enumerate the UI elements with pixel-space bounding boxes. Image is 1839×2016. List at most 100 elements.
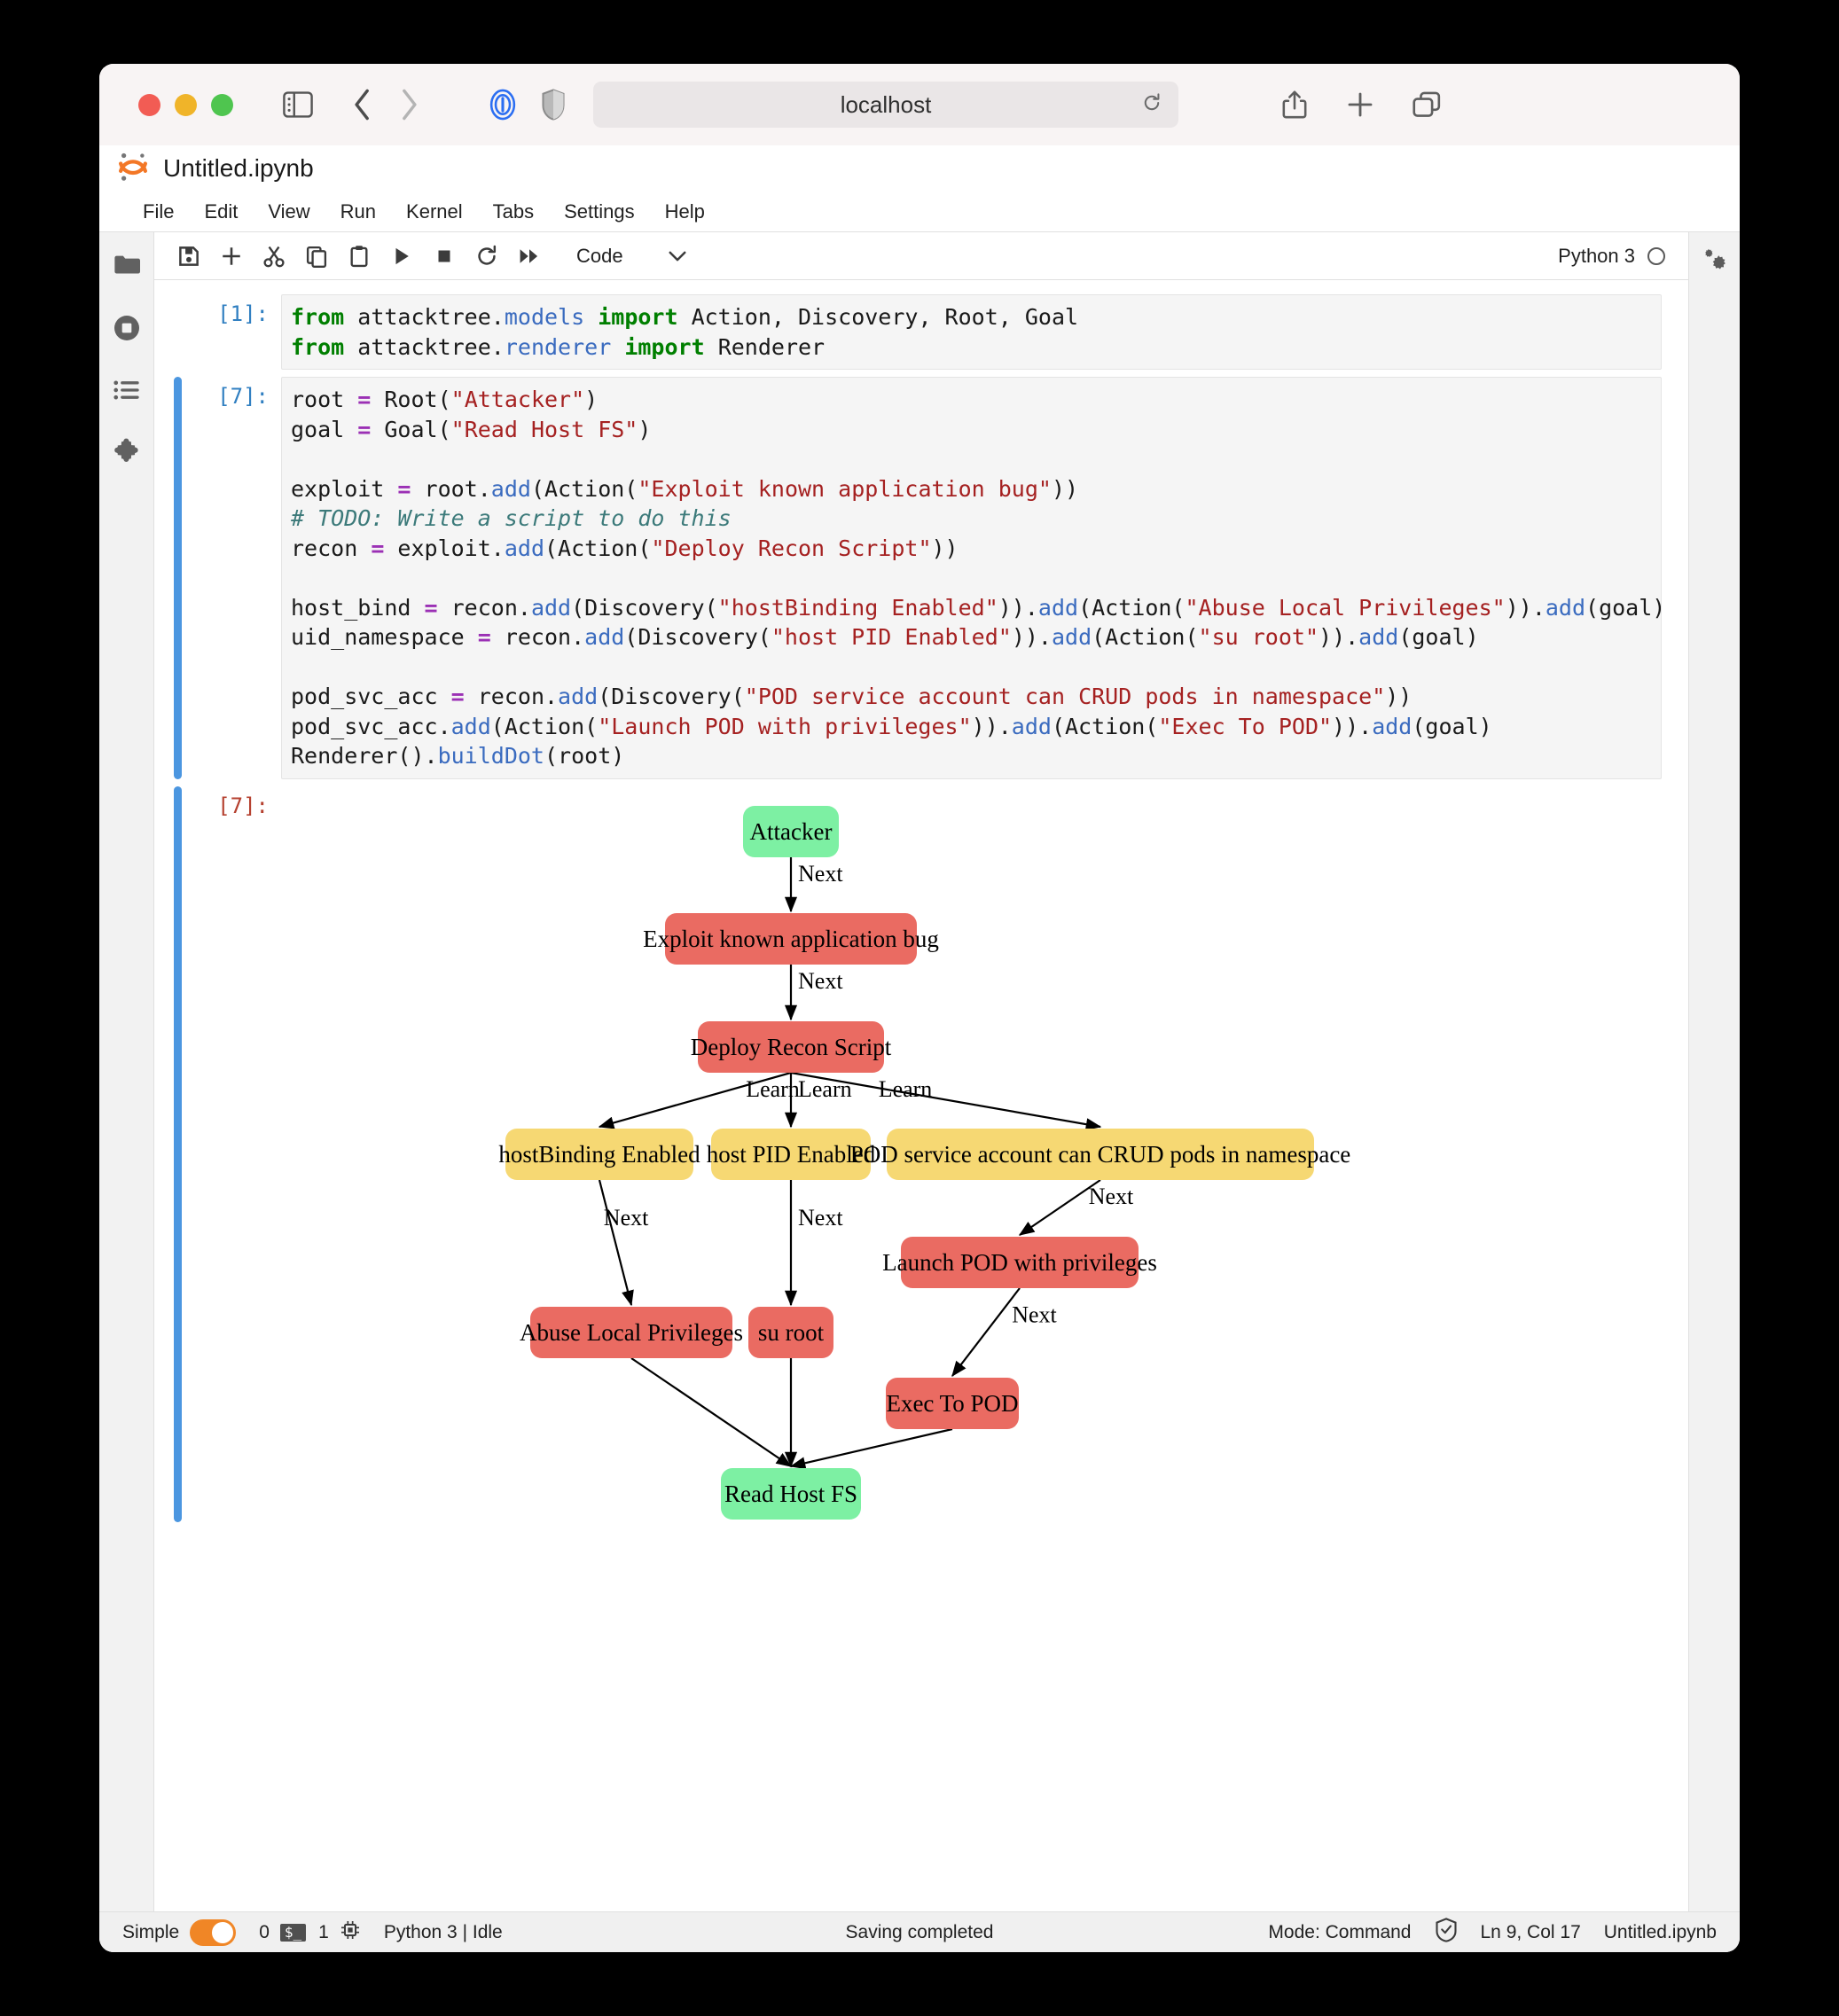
menu-run[interactable]: Run [325, 197, 391, 227]
graph-canvas: NextNextLearnLearn LearnNext NextNextNextA… [498, 805, 1351, 1520]
simple-mode-toggle[interactable] [190, 1918, 237, 1946]
jupyterlab-app: Untitled.ipynb File Edit View Run Kernel… [99, 145, 1740, 1952]
cursor-position-text[interactable]: Ln 9, Col 17 [1481, 1922, 1581, 1943]
graph-node: Launch POD with privileges [882, 1236, 1157, 1288]
notebook-cell[interactable]: [1]: from attacktree.models import Actio… [154, 294, 1688, 370]
url-text: localhost [840, 90, 932, 118]
graph-edge-label: Learn [798, 1075, 852, 1101]
cell-code-editor[interactable]: root = Root("Attacker") goal = Goal("Rea… [281, 377, 1662, 779]
restart-icon[interactable] [468, 238, 505, 275]
graph-node: hostBinding Enabled [498, 1128, 700, 1180]
graph-edge-label: Next [798, 968, 843, 994]
run-icon[interactable] [383, 238, 420, 275]
browser-toolbar: localhost [99, 64, 1740, 145]
extension-manager-icon[interactable] [113, 438, 141, 466]
running-terminals-icon[interactable] [113, 314, 141, 342]
graph-node-label: hostBinding Enabled [498, 1141, 700, 1168]
graph-edge-label: Next [798, 1204, 843, 1230]
kernel-indicator[interactable]: Python 3 [1558, 245, 1672, 268]
cell-type-value: Code [576, 244, 623, 267]
menu-view[interactable]: View [253, 197, 325, 227]
chevron-down-icon [668, 245, 687, 268]
graph-node: POD service account can CRUD pods in nam… [850, 1128, 1351, 1180]
kernel-idle-icon [1647, 246, 1665, 265]
terminal-count[interactable]: 0 $_ [259, 1921, 307, 1943]
maximize-window-button[interactable] [211, 93, 233, 116]
graph-edge-label: Learn [879, 1075, 933, 1101]
kernel-count-value: 1 [318, 1921, 329, 1942]
jupyter-logo-icon [117, 151, 149, 187]
menu-file[interactable]: File [128, 197, 189, 227]
cell-code-editor[interactable]: from attacktree.models import Action, Di… [281, 294, 1662, 370]
new-tab-icon[interactable] [1347, 91, 1373, 118]
table-of-contents-icon[interactable] [113, 379, 140, 401]
graph-edge [789, 1427, 953, 1469]
simple-mode-switch[interactable]: Simple [122, 1918, 237, 1946]
kernel-info-text[interactable]: Python 3 | Idle [384, 1922, 503, 1943]
minimize-window-button[interactable] [175, 93, 197, 116]
jupyter-title-row: Untitled.ipynb [99, 145, 1740, 191]
address-bar[interactable]: localhost [593, 82, 1178, 128]
right-sidebar [1688, 232, 1740, 1911]
graph-node: Exploit known application bug [643, 912, 939, 965]
paste-icon[interactable] [340, 238, 378, 275]
jupyter-body: Code Python 3 [1]: from attacktree.model… [99, 232, 1740, 1911]
graph-node: su root [748, 1306, 833, 1358]
editor-mode-text: Mode: Command [1268, 1921, 1412, 1942]
graph-node-label: POD service account can CRUD pods in nam… [850, 1141, 1351, 1168]
graph-node: Exec To POD [886, 1377, 1019, 1429]
forward-arrow-icon[interactable] [398, 88, 419, 121]
close-window-button[interactable] [138, 93, 160, 116]
simple-mode-label: Simple [122, 1921, 180, 1942]
graph-node: Read Host FS [721, 1467, 861, 1520]
attack-tree-graph: Next Next Learn Learn Learn Next Next Next Next A… [281, 786, 1664, 1539]
file-browser-icon[interactable] [113, 254, 140, 277]
back-arrow-icon[interactable] [352, 88, 373, 121]
add-cell-icon[interactable] [213, 238, 250, 275]
graph-node-label: Exec To POD [886, 1390, 1018, 1417]
terminal-count-value: 0 [259, 1921, 270, 1942]
kernel-name: Python 3 [1558, 244, 1635, 267]
menu-help[interactable]: Help [650, 197, 720, 227]
cell-input-prompt: [1]: [217, 301, 269, 326]
notebook-cell-output[interactable]: [7]: Next Next Learn Learn Learn Next Next Next… [154, 785, 1688, 1539]
graph-edge-label: Next [1012, 1301, 1057, 1327]
menu-tabs[interactable]: Tabs [478, 197, 549, 227]
share-icon[interactable] [1281, 90, 1308, 120]
notebook-cell[interactable]: [7]: root = Root("Attacker") goal = Goal… [154, 377, 1688, 779]
cell-selection-bar [174, 785, 182, 1522]
saving-status-text: Saving completed [845, 1921, 994, 1942]
stop-icon[interactable] [426, 238, 463, 275]
kernel-count[interactable]: 1 [318, 1919, 361, 1946]
menu-settings[interactable]: Settings [549, 197, 650, 227]
cell-type-dropdown[interactable]: Code [567, 242, 696, 270]
menu-edit[interactable]: Edit [189, 197, 253, 227]
reload-icon[interactable] [1141, 92, 1162, 118]
cut-icon[interactable] [255, 238, 293, 275]
graph-node: Attacker [743, 805, 839, 857]
graph-node-label: Exploit known application bug [643, 926, 939, 952]
window-controls [138, 93, 233, 116]
reader-mode-icon[interactable] [487, 89, 519, 121]
cell-selection-bar [174, 377, 182, 779]
notebook-scroll-area[interactable]: [1]: from attacktree.models import Actio… [154, 280, 1688, 1911]
trusted-notebook-icon[interactable] [1435, 1917, 1458, 1948]
restart-run-all-icon[interactable] [511, 238, 548, 275]
left-sidebar [99, 232, 154, 1911]
cell-selection-bar [174, 294, 182, 370]
graph-node-label: Read Host FS [724, 1481, 857, 1507]
copy-icon[interactable] [298, 238, 335, 275]
sidebar-toggle-icon[interactable] [283, 91, 313, 118]
property-inspector-icon[interactable] [1700, 245, 1730, 275]
graph-node-label: su root [758, 1319, 825, 1346]
menu-kernel[interactable]: Kernel [391, 197, 478, 227]
privacy-shield-icon[interactable] [542, 89, 565, 121]
graph-edge [598, 1179, 634, 1306]
graph-node-label: Abuse Local Privileges [520, 1319, 743, 1346]
save-icon[interactable] [170, 238, 207, 275]
tab-overview-icon[interactable] [1413, 91, 1441, 118]
kernel-chip-icon [340, 1919, 361, 1946]
statusbar-filename: Untitled.ipynb [1603, 1921, 1717, 1942]
graph-node: Deploy Recon Script [691, 1020, 892, 1073]
page-title: Untitled.ipynb [163, 154, 314, 182]
